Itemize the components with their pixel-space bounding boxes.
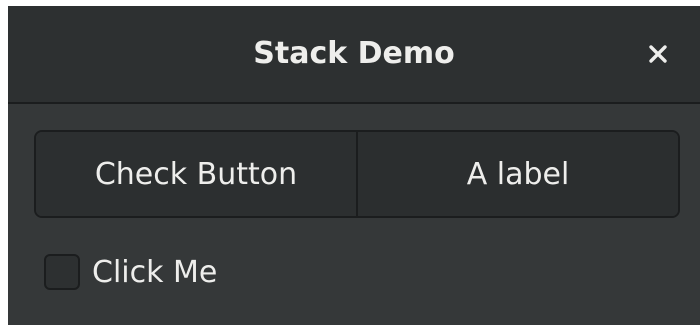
click-me-checkbox-row[interactable]: Click Me bbox=[44, 248, 217, 296]
checkbox-label: Click Me bbox=[92, 254, 218, 290]
stack-switcher: Check Button A label bbox=[34, 130, 680, 218]
window-title: Stack Demo bbox=[253, 36, 455, 71]
stack-tab-label: Check Button bbox=[94, 156, 298, 192]
stack-tab-label: A label bbox=[466, 156, 570, 192]
close-icon bbox=[649, 45, 667, 63]
stack-tab-check-button[interactable]: Check Button bbox=[36, 132, 358, 216]
close-button[interactable] bbox=[638, 34, 678, 74]
stack-tab-a-label[interactable]: A label bbox=[358, 132, 678, 216]
click-me-checkbox[interactable] bbox=[44, 254, 80, 290]
app-window: Stack Demo Check Button A label Click Me bbox=[8, 6, 700, 325]
titlebar[interactable]: Stack Demo bbox=[8, 6, 700, 104]
